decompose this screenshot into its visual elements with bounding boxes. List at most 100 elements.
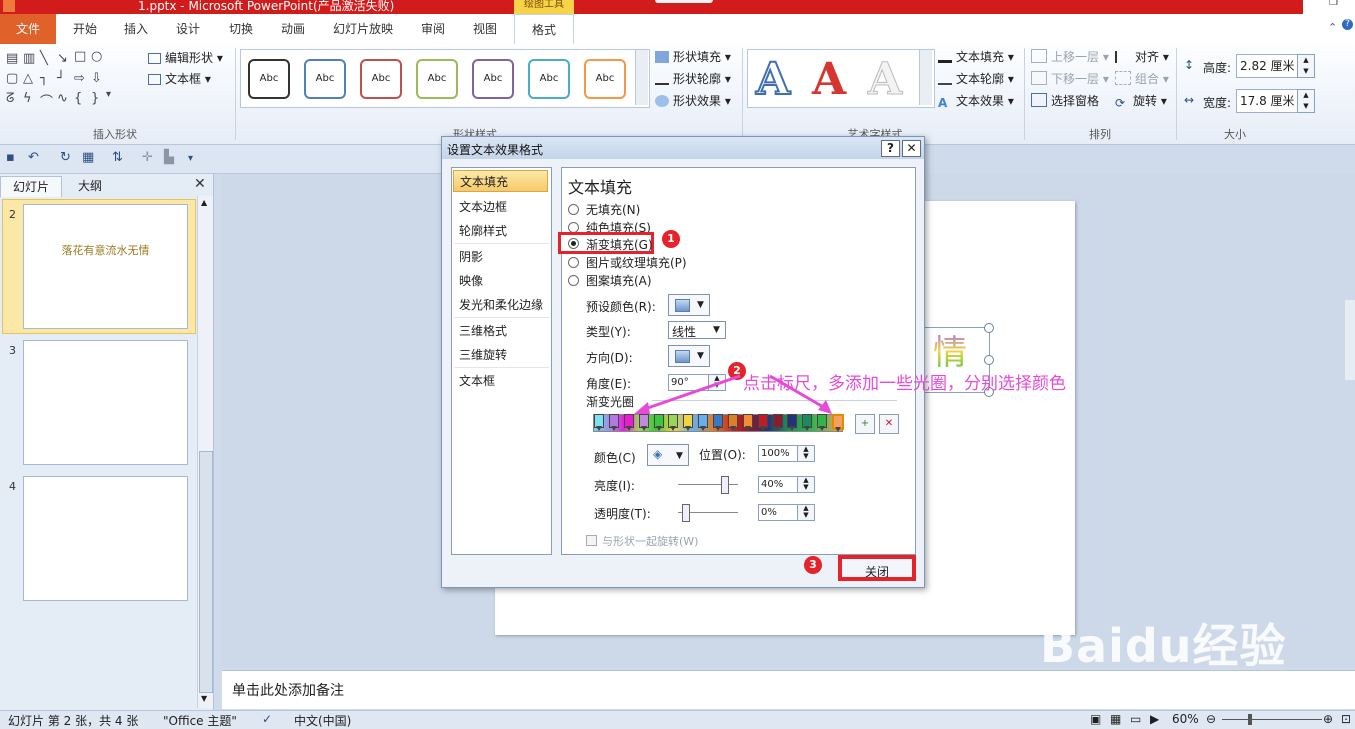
- position-input[interactable]: 100%: [758, 445, 798, 462]
- arrow-line-icon[interactable]: ↘: [57, 51, 68, 66]
- no-fill-label[interactable]: 无填充(N): [586, 201, 640, 218]
- width-spinner[interactable]: ▲ ▼: [1297, 89, 1315, 113]
- redo-icon[interactable]: ↻: [60, 150, 71, 165]
- lightning-icon[interactable]: ϟ: [23, 91, 32, 106]
- elbow-connector-icon[interactable]: ┐: [40, 71, 48, 86]
- direction-dropdown[interactable]: ▼: [668, 345, 710, 367]
- text-direction-icon[interactable]: ⇅: [112, 150, 123, 165]
- tab-transitions[interactable]: 切换: [218, 14, 264, 44]
- resize-handle[interactable]: [984, 355, 994, 365]
- stop-color-dropdown[interactable]: ◈ ▼: [647, 444, 689, 466]
- shape-style-3[interactable]: Abc: [360, 59, 402, 99]
- text-effects-button[interactable]: A 文本效果 ▾: [938, 92, 1014, 110]
- nav-3d-format[interactable]: 三维格式: [453, 320, 548, 342]
- undo-icon[interactable]: ↶: [28, 150, 39, 165]
- triangle-shape-icon[interactable]: △: [23, 71, 33, 86]
- layout-icon[interactable]: ▦: [82, 150, 94, 165]
- selection-pane-button[interactable]: 选择窗格: [1031, 92, 1099, 109]
- wordart-scroll[interactable]: [919, 50, 932, 105]
- shape-style-5[interactable]: Abc: [472, 59, 514, 99]
- brightness-slider[interactable]: [678, 484, 738, 485]
- save-icon[interactable]: ▪: [6, 150, 15, 165]
- gradient-stop[interactable]: [594, 414, 604, 431]
- tab-file[interactable]: 文件: [0, 14, 56, 44]
- brightness-spinner[interactable]: ▲ ▼: [797, 476, 815, 493]
- tab-review[interactable]: 审阅: [410, 14, 456, 44]
- align-tool-icon[interactable]: ▙: [164, 150, 174, 165]
- tab-insert[interactable]: 插入: [113, 14, 159, 44]
- scroll-down-icon[interactable]: ▼: [201, 694, 207, 703]
- text-box-button[interactable]: 文本框 ▾: [148, 70, 211, 87]
- rotate-with-shape-checkbox[interactable]: [586, 535, 597, 546]
- nav-text-outline[interactable]: 文本边框: [453, 196, 548, 218]
- nav-shadow[interactable]: 阴影: [453, 246, 548, 268]
- nav-glow-soft-edges[interactable]: 发光和柔化边缘: [453, 294, 548, 316]
- app-icon[interactable]: [3, 0, 15, 12]
- ribbon-collapse-icon[interactable]: ⌃: [1328, 21, 1337, 34]
- gradient-fill-radio[interactable]: [568, 238, 579, 249]
- gradient-stop[interactable]: [609, 414, 619, 431]
- tab-view[interactable]: 视图: [462, 14, 508, 44]
- text-outline-button[interactable]: 文本轮廓 ▾: [938, 70, 1014, 87]
- brightness-input[interactable]: 40%: [758, 476, 798, 493]
- nav-text-fill[interactable]: 文本填充: [453, 170, 548, 192]
- edit-shape-button[interactable]: 编辑形状 ▾: [148, 49, 223, 66]
- shape-fill-button[interactable]: 形状填充 ▾: [655, 48, 731, 65]
- zoom-slider[interactable]: [1222, 719, 1322, 720]
- shape-effects-button[interactable]: 形状效果 ▾: [655, 92, 731, 109]
- slides-scrollbar[interactable]: ▲ ▼: [197, 196, 213, 708]
- close-button[interactable]: 关闭: [838, 555, 916, 581]
- editor-scrollbar[interactable]: [1345, 300, 1355, 380]
- slideshow-view-icon[interactable]: ▶: [1150, 712, 1159, 726]
- restore-icon[interactable]: ❐: [1329, 0, 1338, 8]
- oval-shape-icon[interactable]: ○: [91, 49, 102, 64]
- right-arrow-icon[interactable]: ⇨: [74, 71, 85, 86]
- picture-fill-radio[interactable]: [568, 257, 579, 268]
- resize-handle[interactable]: [984, 323, 994, 333]
- spellcheck-icon[interactable]: ✓: [262, 712, 272, 726]
- window-controls[interactable]: ❐: [1303, 0, 1355, 14]
- height-spinner[interactable]: ▲ ▼: [1297, 54, 1315, 78]
- textbox-shape-icon[interactable]: ▤: [6, 51, 18, 66]
- reading-view-icon[interactable]: ▭: [1130, 712, 1141, 726]
- preset-colors-dropdown[interactable]: ▼: [668, 294, 710, 316]
- wordart-style-3[interactable]: A: [867, 54, 902, 106]
- elbow-arrow-icon[interactable]: ┘: [57, 71, 65, 86]
- tab-outline[interactable]: 大纲: [61, 176, 119, 196]
- rotate-button[interactable]: ⟳ 旋转 ▾: [1115, 92, 1167, 110]
- height-input[interactable]: 2.82 厘米: [1236, 54, 1301, 78]
- language[interactable]: 中文(中国): [294, 712, 351, 729]
- close-pane-icon[interactable]: ✕: [194, 176, 206, 192]
- transparency-input[interactable]: 0%: [758, 504, 798, 521]
- nav-3d-rotation[interactable]: 三维旋转: [453, 344, 548, 366]
- brightness-slider-thumb[interactable]: [721, 476, 729, 494]
- shape-style-2[interactable]: Abc: [304, 59, 346, 99]
- fit-slide-icon[interactable]: ⊡: [1341, 712, 1351, 726]
- tab-slideshow[interactable]: 幻灯片放映: [324, 14, 402, 44]
- down-arrow-icon[interactable]: ⇩: [91, 71, 102, 86]
- group-button[interactable]: 组合 ▾: [1115, 70, 1169, 87]
- type-select[interactable]: 线性 ▼: [668, 321, 726, 339]
- brace-left-icon[interactable]: {: [74, 91, 82, 106]
- arc-icon[interactable]: ⌒: [40, 91, 53, 110]
- sorter-view-icon[interactable]: ▦: [1110, 712, 1121, 726]
- wave-icon[interactable]: ∿: [57, 91, 68, 106]
- zoom-in-icon[interactable]: ⊕: [1323, 712, 1333, 726]
- remove-stop-button[interactable]: ✕: [879, 414, 899, 434]
- text-fill-button[interactable]: 文本填充 ▾: [938, 48, 1014, 65]
- dialog-titlebar[interactable]: 设置文本效果格式 ? ✕: [442, 137, 924, 159]
- width-input[interactable]: 17.8 厘米: [1236, 89, 1301, 113]
- wordart-style-1[interactable]: A: [755, 53, 791, 106]
- slide-thumbnail-2[interactable]: 落花有意流水无情: [23, 204, 188, 329]
- transparency-spinner[interactable]: ▲ ▼: [797, 504, 815, 521]
- picture-fill-label[interactable]: 图片或纹理填充(P): [586, 254, 687, 271]
- dialog-help-button[interactable]: ?: [881, 140, 900, 157]
- pattern-fill-label[interactable]: 图案填充(A): [586, 272, 652, 289]
- slide-thumbnail-3[interactable]: [23, 340, 188, 465]
- send-backward-button[interactable]: 下移一层 ▾: [1031, 70, 1109, 87]
- dialog-close-x-button[interactable]: ✕: [902, 140, 921, 157]
- zoom-level[interactable]: 60%: [1172, 712, 1199, 726]
- scroll-thumb[interactable]: [199, 451, 213, 693]
- scroll-up-icon[interactable]: ▲: [201, 198, 207, 207]
- nav-text-box[interactable]: 文本框: [453, 370, 548, 392]
